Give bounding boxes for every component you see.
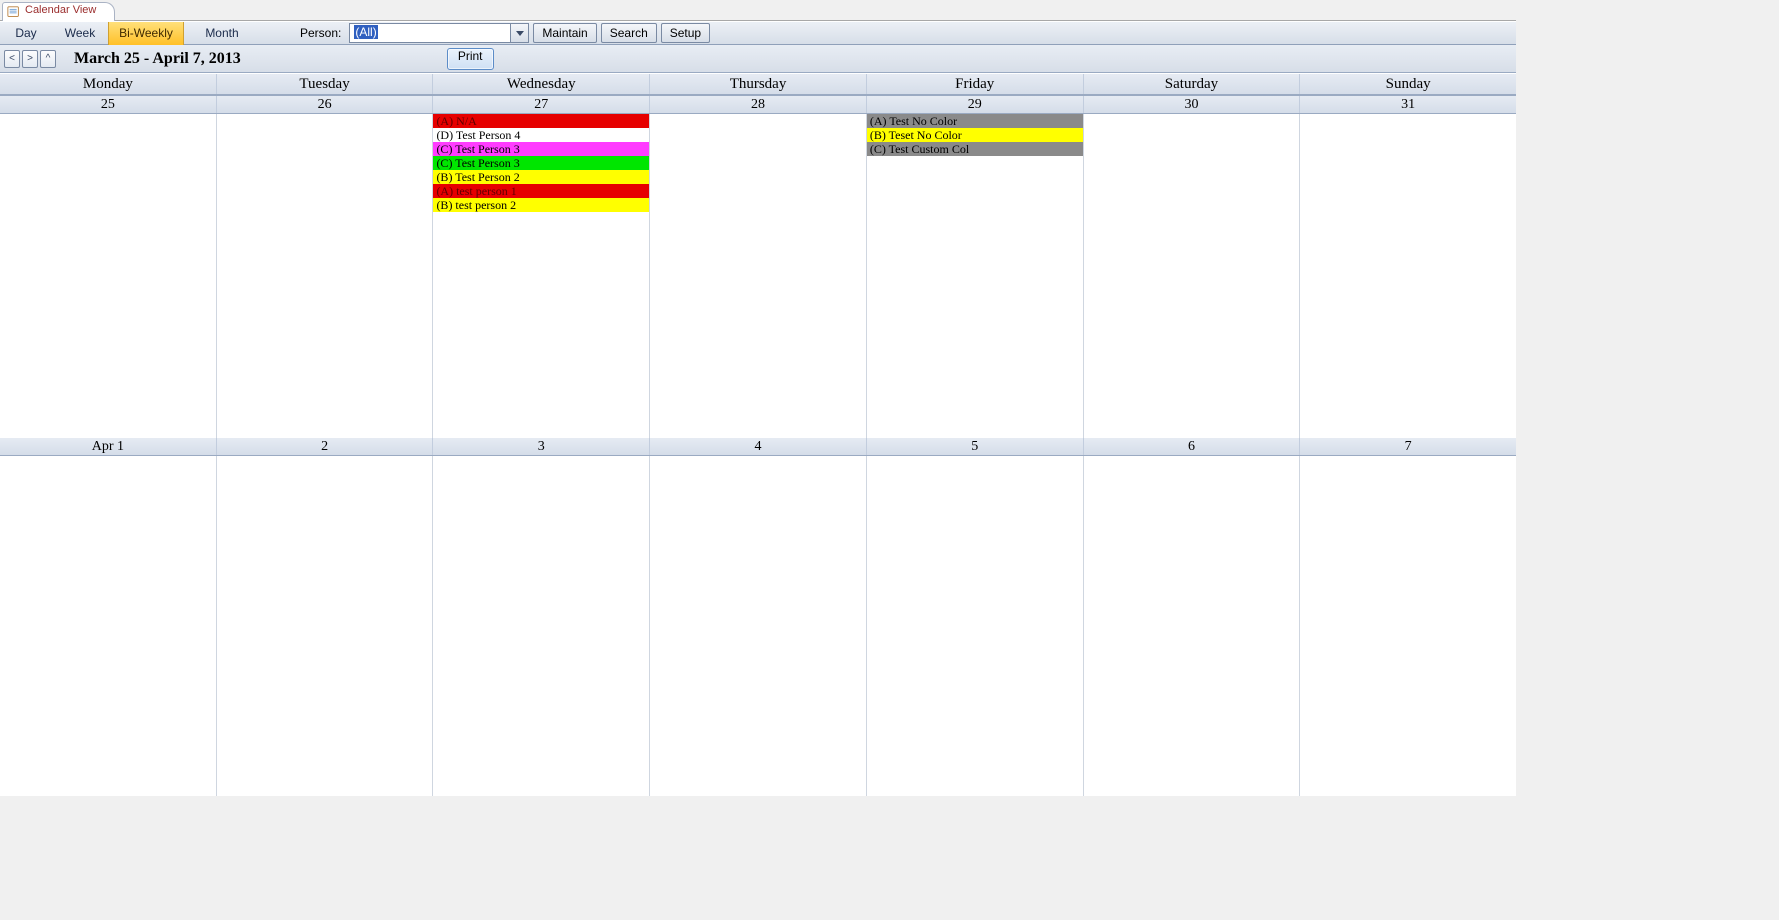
date-cell[interactable]: 29 [867, 96, 1084, 113]
view-toolbar: Day Week Bi-Weekly Month Person: (All) M… [0, 21, 1516, 45]
day-cell[interactable] [0, 114, 217, 438]
date-cell[interactable]: 31 [1300, 96, 1516, 113]
calendar-event[interactable]: (B) Teset No Color [867, 128, 1083, 142]
date-cell[interactable]: 5 [867, 438, 1084, 455]
day-cell[interactable]: (A) Test No Color(B) Teset No Color(C) T… [867, 114, 1084, 438]
view-biweekly-button[interactable]: Bi-Weekly [108, 22, 184, 45]
day-name-header: Monday Tuesday Wednesday Thursday Friday… [0, 73, 1516, 95]
dayname-sat: Saturday [1084, 74, 1301, 94]
date-cell[interactable]: 30 [1084, 96, 1301, 113]
setup-button[interactable]: Setup [661, 23, 710, 43]
dayname-wed: Wednesday [433, 74, 650, 94]
date-cell[interactable]: 6 [1084, 438, 1301, 455]
dayname-fri: Friday [867, 74, 1084, 94]
tab-label: Calendar View [25, 4, 96, 16]
prev-button[interactable]: < [4, 50, 20, 68]
week2-body [0, 456, 1516, 796]
day-cell[interactable] [1300, 114, 1516, 438]
next-button[interactable]: > [22, 50, 38, 68]
calendar-event[interactable]: (D) Test Person 4 [433, 128, 649, 142]
week2-date-row: Apr 1 2 3 4 5 6 7 [0, 438, 1516, 456]
view-day-button[interactable]: Day [0, 22, 52, 45]
maintain-button[interactable]: Maintain [533, 23, 596, 43]
nav-bar: < > ^ March 25 - April 7, 2013 Print [0, 45, 1516, 73]
person-label: Person: [300, 26, 341, 40]
calendar-event[interactable]: (C) Test Person 3 [433, 142, 649, 156]
day-cell[interactable] [217, 114, 434, 438]
day-cell[interactable] [650, 114, 867, 438]
day-cell[interactable]: (A) N/A(D) Test Person 4(C) Test Person … [433, 114, 650, 438]
date-cell[interactable]: Apr 1 [0, 438, 217, 455]
dayname-thu: Thursday [650, 74, 867, 94]
date-cell[interactable]: 26 [217, 96, 434, 113]
person-combobox[interactable]: (All) [349, 23, 529, 43]
form-icon [7, 5, 21, 19]
calendar-event[interactable]: (C) Test Person 3 [433, 156, 649, 170]
day-cell[interactable] [217, 456, 434, 796]
up-button[interactable]: ^ [40, 50, 56, 68]
print-button[interactable]: Print [447, 48, 494, 70]
calendar-event[interactable]: (B) test person 2 [433, 198, 649, 212]
week1-date-row: 25 26 27 28 29 30 31 [0, 96, 1516, 114]
dayname-tue: Tuesday [217, 74, 434, 94]
view-month-button[interactable]: Month [184, 22, 260, 45]
view-week-button[interactable]: Week [52, 22, 108, 45]
person-dropdown-button[interactable] [511, 23, 529, 43]
day-cell[interactable] [1084, 456, 1301, 796]
date-range-label: March 25 - April 7, 2013 [74, 50, 241, 68]
date-cell[interactable]: 2 [217, 438, 434, 455]
person-value: (All) [354, 25, 377, 39]
date-cell[interactable]: 3 [433, 438, 650, 455]
day-cell[interactable] [433, 456, 650, 796]
calendar-event[interactable]: (A) N/A [433, 114, 649, 128]
date-cell[interactable]: 25 [0, 96, 217, 113]
day-cell[interactable] [867, 456, 1084, 796]
day-cell[interactable] [1084, 114, 1301, 438]
date-cell[interactable]: 27 [433, 96, 650, 113]
dayname-mon: Monday [0, 74, 217, 94]
date-cell[interactable]: 7 [1300, 438, 1516, 455]
tab-strip: Calendar View [0, 0, 1516, 21]
date-cell[interactable]: 4 [650, 438, 867, 455]
tab-calendar-view[interactable]: Calendar View [2, 2, 115, 21]
calendar-event[interactable]: (B) Test Person 2 [433, 170, 649, 184]
calendar-event[interactable]: (A) test person 1 [433, 184, 649, 198]
calendar-event[interactable]: (A) Test No Color [867, 114, 1083, 128]
search-button[interactable]: Search [601, 23, 657, 43]
person-input[interactable]: (All) [349, 23, 511, 43]
day-cell[interactable] [1300, 456, 1516, 796]
day-cell[interactable] [0, 456, 217, 796]
week1-body: (A) N/A(D) Test Person 4(C) Test Person … [0, 114, 1516, 438]
dayname-sun: Sunday [1300, 74, 1516, 94]
date-cell[interactable]: 28 [650, 96, 867, 113]
day-cell[interactable] [650, 456, 867, 796]
calendar-event[interactable]: (C) Test Custom Col [867, 142, 1083, 156]
